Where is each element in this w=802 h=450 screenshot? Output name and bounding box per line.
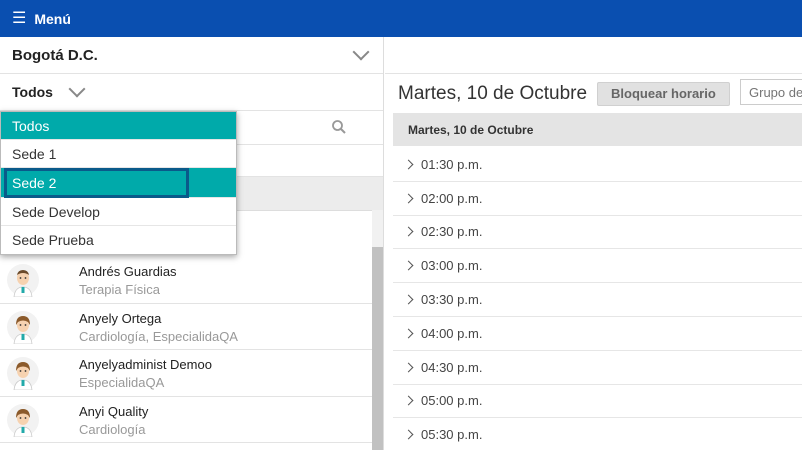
chevron-down-icon [352, 43, 370, 61]
time-slot-label: 02:00 p.m. [421, 190, 483, 206]
chevron-down-icon [68, 80, 86, 98]
dropdown-option[interactable]: Sede Develop [1, 198, 236, 226]
chevron-right-icon [403, 396, 414, 406]
menu-bar[interactable]: ☰ Menú [0, 0, 802, 37]
doctor-list-item[interactable]: Andrés Guardias Terapia Física [0, 257, 372, 304]
time-slot-row[interactable]: 02:30 p.m. [393, 216, 802, 250]
chevron-right-icon [403, 193, 414, 204]
search-icon[interactable] [331, 119, 347, 135]
city-select[interactable]: Bogotá D.C. [0, 37, 383, 74]
doctor-list-scrollbar[interactable] [372, 210, 383, 450]
doctor-specialty: Cardiología, EspecialidaQA [79, 328, 238, 344]
doctor-name: Anyely Ortega [79, 310, 162, 326]
time-slot-label: 05:30 p.m. [421, 427, 483, 443]
doctor-name: Anyelyadminist Demoo [79, 357, 212, 372]
chevron-right-icon [403, 362, 414, 373]
dropdown-option[interactable]: Sede 1 [1, 140, 236, 168]
time-slot-row[interactable]: 03:30 p.m. [393, 283, 802, 317]
right-panel: Martes, 10 de Octubre Bloquear horario M… [385, 37, 802, 450]
menu-label: Menú [34, 10, 71, 27]
time-slot-list: 01:30 p.m. 02:00 p.m. 02:30 p.m. 03:00 p.m.… [393, 148, 802, 450]
time-slot-row[interactable]: 03:00 p.m. [393, 249, 802, 284]
time-slot-row[interactable]: 02:00 p.m. [393, 182, 802, 216]
dropdown-option-label: Todos [12, 117, 50, 134]
time-slot-row[interactable]: 05:00 p.m. [393, 385, 802, 419]
time-slot-row[interactable]: 05:30 p.m. [393, 418, 802, 450]
chevron-right-icon [403, 159, 414, 170]
time-slot-label: 02:30 p.m. [421, 224, 483, 240]
scrollbar-thumb[interactable] [372, 247, 383, 450]
time-slot-row[interactable]: 01:30 p.m. [393, 148, 802, 182]
time-slot-label: 03:30 p.m. [421, 292, 483, 308]
dropdown-option-label: Sede Prueba [12, 232, 94, 248]
female-doctor-icon [7, 403, 39, 437]
city-select-value: Bogotá D.C. [12, 46, 98, 64]
time-slot-label: 01:30 p.m. [421, 156, 483, 172]
dropdown-option-label: Sede 2 [12, 174, 57, 191]
dropdown-option-label: Sede Develop [12, 203, 100, 220]
hamburger-icon: ☰ [12, 9, 27, 27]
doctor-list-item[interactable]: Anyelyadminist Demoo EspecialidaQA [0, 350, 372, 397]
sede-dropdown: Todos Sede 1 Sede 2 Sede Develop Sede Prueba [0, 111, 237, 255]
dropdown-option[interactable]: Sede 2 [1, 167, 236, 198]
chevron-right-icon [403, 294, 414, 305]
date-title: Martes, 10 de Octubre [398, 82, 588, 104]
group-input[interactable] [740, 79, 802, 105]
dropdown-option-label: Sede 1 [12, 145, 57, 162]
female-doctor-icon [7, 357, 39, 390]
doctor-list-item[interactable]: Anyi Quality Cardiología [0, 396, 372, 443]
time-slot-row[interactable]: 04:00 p.m. [393, 317, 802, 351]
sede-select[interactable]: Todos [0, 74, 383, 111]
dropdown-option[interactable]: Todos [1, 112, 236, 140]
doctor-name: Anyi Quality [79, 403, 149, 419]
sede-select-value: Todos [12, 84, 53, 100]
time-slot-label: 04:00 p.m. [421, 325, 483, 341]
chevron-right-icon [403, 260, 414, 271]
time-slot-label: 03:00 p.m. [421, 258, 483, 274]
schedule-table-header: Martes, 10 de Octubre [393, 113, 802, 146]
time-slot-row[interactable]: 04:30 p.m. [393, 351, 802, 385]
chevron-right-icon [403, 429, 414, 440]
doctor-list-item[interactable]: Anyely Ortega Cardiología, EspecialidaQA [0, 303, 372, 350]
doctor-list: Andrés Guardias Terapia Física Anyely Or… [0, 257, 372, 443]
doctor-specialty: Terapia Física [79, 282, 160, 297]
right-header-blank [385, 37, 802, 74]
male-doctor-icon [7, 264, 39, 297]
chevron-right-icon [403, 328, 414, 339]
doctor-name: Andrés Guardias [79, 264, 177, 279]
time-slot-label: 04:30 p.m. [421, 359, 483, 375]
doctor-specialty: Cardiología [79, 421, 146, 437]
doctor-specialty: EspecialidaQA [79, 375, 165, 390]
chevron-right-icon [403, 227, 414, 237]
block-schedule-button[interactable]: Bloquear horario [597, 81, 730, 106]
female-doctor-icon [7, 310, 39, 344]
dropdown-option[interactable]: Sede Prueba [1, 226, 236, 254]
time-slot-label: 05:00 p.m. [421, 393, 483, 409]
dropdown-option-focus: Sede 2 [4, 167, 189, 198]
